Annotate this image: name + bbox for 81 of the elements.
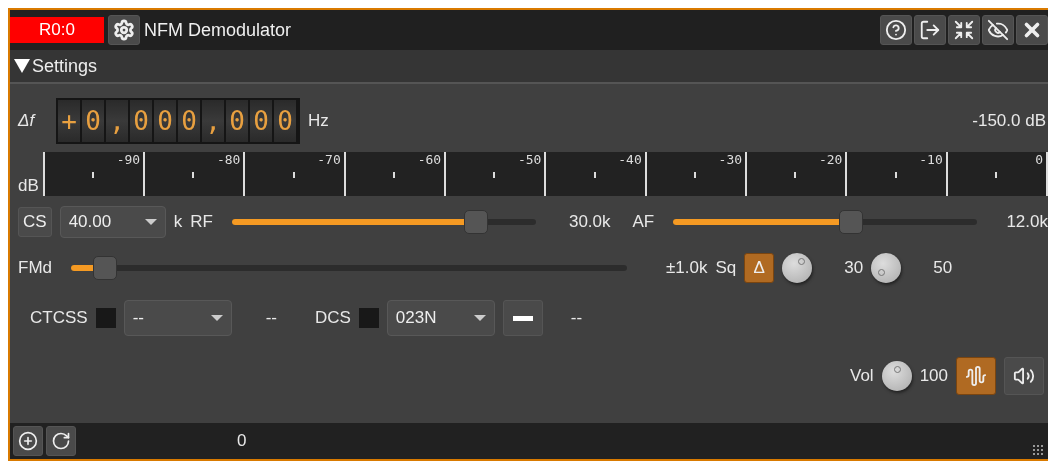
resize-grip-icon[interactable] [1032,444,1044,456]
ctcss-checkbox[interactable] [95,308,116,328]
knob[interactable] [871,253,902,283]
channel-spacing-button[interactable]: CS [18,207,52,237]
minus-icon [512,315,533,321]
shrink-icon [953,19,975,41]
add-source-button[interactable] [13,426,43,456]
ctcss-select[interactable]: -- [123,300,232,336]
volume-value: 100 [919,366,948,386]
channel-indicator: R0:0 [10,17,104,43]
squelch-gate: 50 [933,258,953,278]
spacing-unit: k [173,212,183,232]
close-button[interactable] [1016,15,1048,45]
caret-icon [473,315,486,321]
frequency-digit[interactable]: 0 [82,100,104,142]
meter-tick-label: -10 [919,152,943,167]
knob[interactable] [881,361,912,391]
help-icon [885,19,907,41]
ctcss-label: CTCSS [30,308,88,328]
dcs-label: DCS [314,308,351,328]
meter-tick-label: -50 [517,152,542,167]
frequency-unit: Hz [308,111,329,131]
slider-handle[interactable] [838,210,863,234]
volume-label: Vol [850,366,874,386]
meter-label: dB [18,176,39,196]
eye-off-icon [987,19,1009,41]
waveform-icon [965,365,987,387]
audio-filter-button[interactable] [956,357,996,395]
channel-power: -150.0 dB [972,111,1047,131]
frequency-label: Δf [18,111,37,131]
squelch-threshold: 30 [844,258,864,278]
frequency-digit[interactable]: , [202,100,224,142]
knob[interactable] [782,253,813,283]
slider-handle[interactable] [93,256,118,280]
squelch-label: Sq [715,258,737,278]
meter-tick-label: -90 [116,152,141,167]
settings-toggle[interactable]: Settings [10,55,102,77]
dcs-detected: -- [570,308,583,328]
meter-tick-label: -70 [317,152,341,167]
gear-icon [113,19,135,41]
squelch-delta-button[interactable]: Δ [744,253,775,283]
dcs-checkbox[interactable] [358,308,379,328]
frequency-digit[interactable]: 0 [250,100,272,142]
spacing-select[interactable]: 40.00 [59,206,166,238]
fm-deviation-reading: ±1.0k [666,258,708,278]
meter-tick-label: -20 [818,152,843,167]
settings-button[interactable] [108,15,140,45]
hide-button[interactable] [982,15,1014,45]
meter-tick-label: -30 [718,152,743,167]
af-reading: 12.0k [1006,212,1048,232]
move-button[interactable] [46,426,76,456]
stream-index: 0 [237,431,247,451]
meter-tick-label: 0 [1035,152,1044,167]
meter-tick-label: -40 [618,152,642,167]
meter-tick-label: -60 [417,152,442,167]
rf-reading: 30.0k [568,212,611,232]
caret-icon [210,315,223,321]
circular-arrow-icon [51,431,71,451]
window-title: NFM Demodulator [144,19,293,41]
ctcss-detected: -- [265,308,277,328]
meter-tick-label: -80 [216,152,241,167]
help-button[interactable] [880,15,912,45]
shrink-button[interactable] [948,15,980,45]
frequency-digit[interactable]: 0 [178,100,200,142]
fm-deviation-label: FMd [18,258,52,278]
audio-mute-button[interactable] [1004,357,1044,395]
frequency-digit[interactable]: + [58,100,80,142]
frequency-digit[interactable]: 0 [226,100,248,142]
minus-button[interactable] [502,300,543,336]
frequency-digit[interactable]: 0 [274,100,296,142]
detach-button[interactable] [914,15,946,45]
dcs-select[interactable]: 023N [386,300,495,336]
frequency-digit[interactable]: 0 [154,100,176,142]
rf-label: RF [190,212,213,232]
caret-icon [144,219,157,225]
plus-circle-icon [18,431,38,451]
af-label: AF [632,212,655,232]
frequency-digit[interactable]: 0 [130,100,152,142]
frequency-digit[interactable]: , [106,100,128,142]
slider-handle[interactable] [464,210,489,234]
speaker-icon [1013,365,1035,387]
